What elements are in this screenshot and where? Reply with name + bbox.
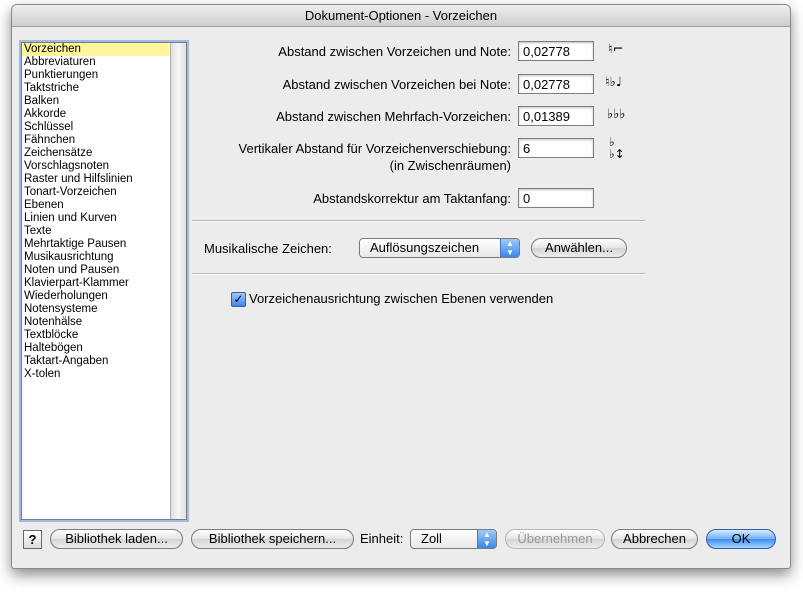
separator-top — [192, 220, 645, 222]
apply-button[interactable]: Übernehmen — [505, 529, 605, 549]
vertical-shift-label: Vertikaler Abstand für Vorzeichenverschi… — [238, 141, 511, 156]
list-item[interactable]: Notensysteme — [22, 303, 169, 316]
load-library-button[interactable]: Bibliothek laden... — [50, 529, 183, 549]
popup-arrows-icon: ▲ ▼ — [500, 239, 519, 257]
list-item[interactable]: Mehrtaktige Pausen — [22, 238, 169, 251]
dialog-window: Dokument-Optionen - Vorzeichen Vorzeiche… — [11, 4, 791, 569]
spacing-at-note-label: Abstand zwischen Vorzeichen bei Note: — [282, 77, 511, 92]
list-item[interactable]: Taktart-Angaben — [22, 355, 169, 368]
list-item[interactable]: Musikausrichtung — [22, 251, 169, 264]
align-checkbox[interactable]: ✓ — [231, 292, 246, 307]
symbols-popup-value: Auflösungszeichen — [370, 240, 480, 255]
list-item[interactable]: Tonart-Vorzeichen — [22, 186, 169, 199]
measure-start-label: Abstandskorrektur am Taktanfang: — [313, 191, 511, 206]
unit-popup-value: Zoll — [421, 531, 442, 546]
unit-popup-arrows-icon: ▲ ▼ — [477, 530, 496, 548]
list-item[interactable]: Vorschlagsnoten — [22, 160, 169, 173]
vertical-shift-icon: ♭ ♭↕ — [609, 135, 625, 161]
accidental-at-note-icon: ♮♭♩ — [605, 75, 622, 90]
list-item[interactable]: Abbreviaturen — [22, 56, 169, 69]
list-item[interactable]: Fähnchen — [22, 134, 169, 147]
list-item[interactable]: Ebenen — [22, 199, 169, 212]
list-item[interactable]: Noten und Pausen — [22, 264, 169, 277]
align-checkbox-label[interactable]: Vorzeichenausrichtung zwischen Ebenen ve… — [249, 291, 553, 306]
unit-popup[interactable]: Zoll ▲ ▼ — [410, 529, 497, 549]
list-item[interactable]: Klavierpart-Klammer — [22, 277, 169, 290]
cancel-button[interactable]: Abbrechen — [611, 529, 698, 549]
list-item[interactable]: Schlüssel — [22, 121, 169, 134]
unit-label: Einheit: — [360, 531, 404, 546]
category-list-items: Vorzeichen Abbreviaturen Punktierungen Takt… — [22, 43, 169, 519]
list-scrollbar[interactable] — [170, 43, 186, 519]
save-library-button[interactable]: Bibliothek speichern... — [191, 529, 354, 549]
list-item[interactable]: Zeichensätze — [22, 147, 169, 160]
separator-bottom — [192, 273, 645, 275]
select-button[interactable]: Anwählen... — [531, 238, 627, 258]
list-item[interactable]: Linien und Kurven — [22, 212, 169, 225]
list-item[interactable]: Balken — [22, 95, 169, 108]
list-item[interactable]: Haltebögen — [22, 342, 169, 355]
category-list[interactable]: Vorzeichen Abbreviaturen Punktierungen Takt… — [21, 42, 187, 520]
list-item[interactable]: Wiederholungen — [22, 290, 169, 303]
symbols-popup[interactable]: Auflösungszeichen ▲ ▼ — [359, 238, 520, 258]
vertical-shift-sublabel: (in Zwischenräumen) — [389, 158, 511, 173]
spacing-multi-field[interactable]: 0,01389 — [518, 106, 594, 126]
spacing-note-label: Abstand zwischen Vorzeichen und Note: — [278, 44, 511, 59]
window-title: Dokument-Optionen - Vorzeichen — [12, 5, 790, 27]
multiple-accidentals-icon: ♭♭♭ — [607, 107, 626, 122]
accidental-note-spacing-icon: ♮⌐ — [608, 42, 624, 57]
list-item[interactable]: Akkorde — [22, 108, 169, 121]
list-item[interactable]: Vorzeichen — [22, 43, 169, 56]
list-item[interactable]: Punktierungen — [22, 69, 169, 82]
ok-button[interactable]: OK — [706, 529, 776, 549]
list-item[interactable]: Taktstriche — [22, 82, 169, 95]
help-button[interactable]: ? — [23, 530, 42, 549]
list-item[interactable]: Texte — [22, 225, 169, 238]
measure-start-field[interactable]: 0 — [518, 188, 594, 208]
list-item[interactable]: Raster und Hilfslinien — [22, 173, 169, 186]
list-item[interactable]: X-tolen — [22, 368, 169, 381]
spacing-multi-label: Abstand zwischen Mehrfach-Vorzeichen: — [276, 109, 511, 124]
spacing-at-note-field[interactable]: 0,02778 — [518, 74, 594, 94]
spacing-note-field[interactable]: 0,02778 — [518, 41, 594, 61]
list-item[interactable]: Textblöcke — [22, 329, 169, 342]
vertical-shift-field[interactable]: 6 — [518, 138, 594, 158]
list-item[interactable]: Notenhälse — [22, 316, 169, 329]
symbols-label: Musikalische Zeichen: — [204, 241, 332, 256]
